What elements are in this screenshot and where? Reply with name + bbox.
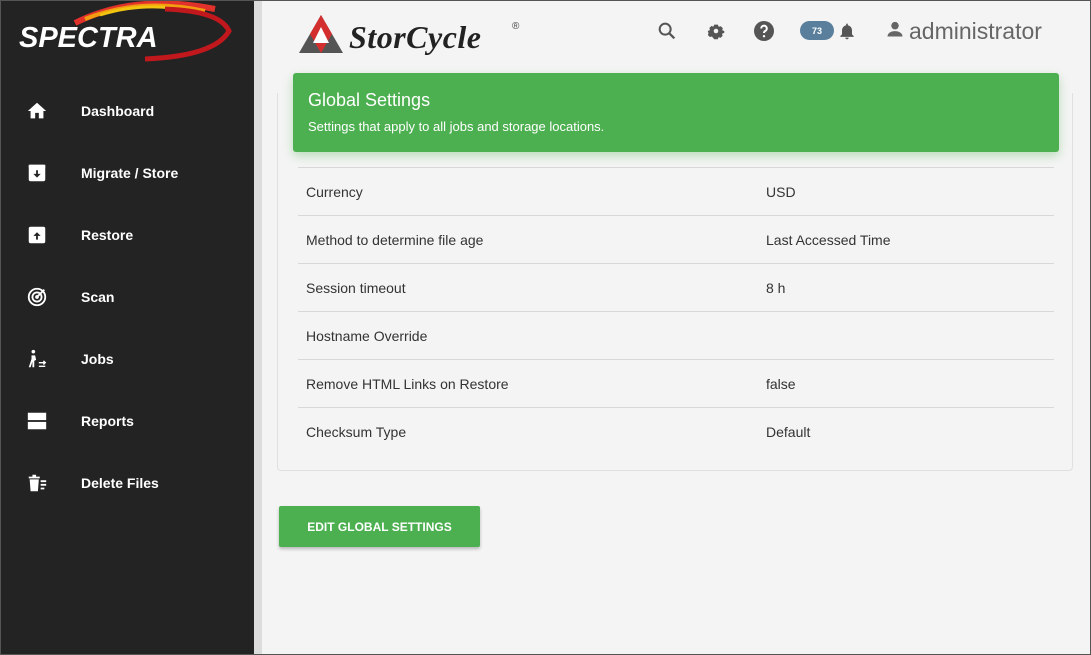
sidebar-item-label: Dashboard — [81, 103, 155, 119]
setting-value: 8 h — [766, 280, 786, 296]
reports-icon — [25, 409, 49, 433]
notification-count-badge: 73 — [800, 21, 834, 40]
archive-up-icon — [25, 223, 49, 247]
sidebar-item-label: Jobs — [81, 351, 114, 367]
sidebar-item-migrate-store[interactable]: Migrate / Store — [1, 149, 254, 197]
sidebar-divider — [254, 1, 262, 654]
gear-icon[interactable] — [704, 19, 728, 43]
bell-icon[interactable] — [835, 19, 859, 43]
setting-label: Session timeout — [306, 280, 406, 296]
sidebar-item-label: Scan — [81, 289, 115, 305]
sidebar-item-restore[interactable]: Restore — [1, 211, 254, 259]
sidebar-item-dashboard[interactable]: Dashboard — [1, 87, 254, 135]
spectra-logo-text: SPECTRA — [19, 22, 158, 54]
setting-value: USD — [766, 184, 796, 200]
jobs-icon — [25, 347, 49, 371]
settings-row-session-timeout: Session timeout 8 h — [298, 263, 1054, 311]
settings-row-checksum-type: Checksum Type Default — [298, 407, 1054, 455]
page-title: Global Settings — [308, 90, 431, 110]
sidebar-item-reports[interactable]: Reports — [1, 397, 254, 445]
registered-mark: ® — [512, 21, 520, 32]
edit-global-settings-button[interactable]: EDIT GLOBAL SETTINGS — [279, 506, 480, 547]
username: administrator — [909, 17, 1042, 44]
user-menu[interactable]: administrator — [885, 17, 1042, 45]
page-subtitle: Settings that apply to all jobs and stor… — [308, 119, 605, 134]
settings-row-file-age-method: Method to determine file age Last Access… — [298, 215, 1054, 263]
sidebar-item-label: Migrate / Store — [81, 165, 179, 181]
setting-value: Default — [766, 424, 811, 440]
search-icon[interactable] — [655, 19, 679, 43]
sidebar: SPECTRA Dashboard Migrate / Store Restor… — [1, 0, 254, 654]
settings-row-currency: Currency USD — [298, 167, 1054, 215]
setting-label: Checksum Type — [306, 424, 407, 440]
sidebar-item-label: Delete Files — [81, 475, 159, 491]
setting-label: Remove HTML Links on Restore — [306, 376, 509, 392]
spectra-logo: SPECTRA — [15, 0, 235, 63]
sidebar-item-jobs[interactable]: Jobs — [1, 335, 254, 383]
home-icon — [25, 99, 49, 123]
help-icon[interactable] — [752, 19, 776, 43]
sidebar-item-delete-files[interactable]: Delete Files — [1, 459, 254, 507]
sidebar-item-label: Restore — [81, 227, 134, 243]
sidebar-item-scan[interactable]: Scan — [1, 273, 254, 321]
scan-icon — [25, 285, 49, 309]
setting-label: Hostname Override — [306, 328, 428, 344]
storcycle-logo-text: StorCycle — [349, 19, 482, 55]
sidebar-item-label: Reports — [81, 413, 134, 429]
setting-value: Last Accessed Time — [766, 232, 891, 248]
storcycle-logo: StorCycle ® — [299, 13, 529, 55]
archive-down-icon — [25, 161, 49, 185]
person-icon — [885, 19, 905, 44]
settings-row-remove-html-links: Remove HTML Links on Restore false — [298, 359, 1054, 407]
delete-files-icon — [25, 471, 49, 495]
setting-label: Currency — [306, 184, 363, 200]
setting-label: Method to determine file age — [306, 232, 484, 248]
card-header: Global Settings Settings that apply to a… — [293, 73, 1059, 152]
setting-value: false — [766, 376, 796, 392]
storcycle-logo-mark-icon — [299, 15, 343, 53]
settings-row-hostname-override: Hostname Override — [298, 311, 1054, 359]
